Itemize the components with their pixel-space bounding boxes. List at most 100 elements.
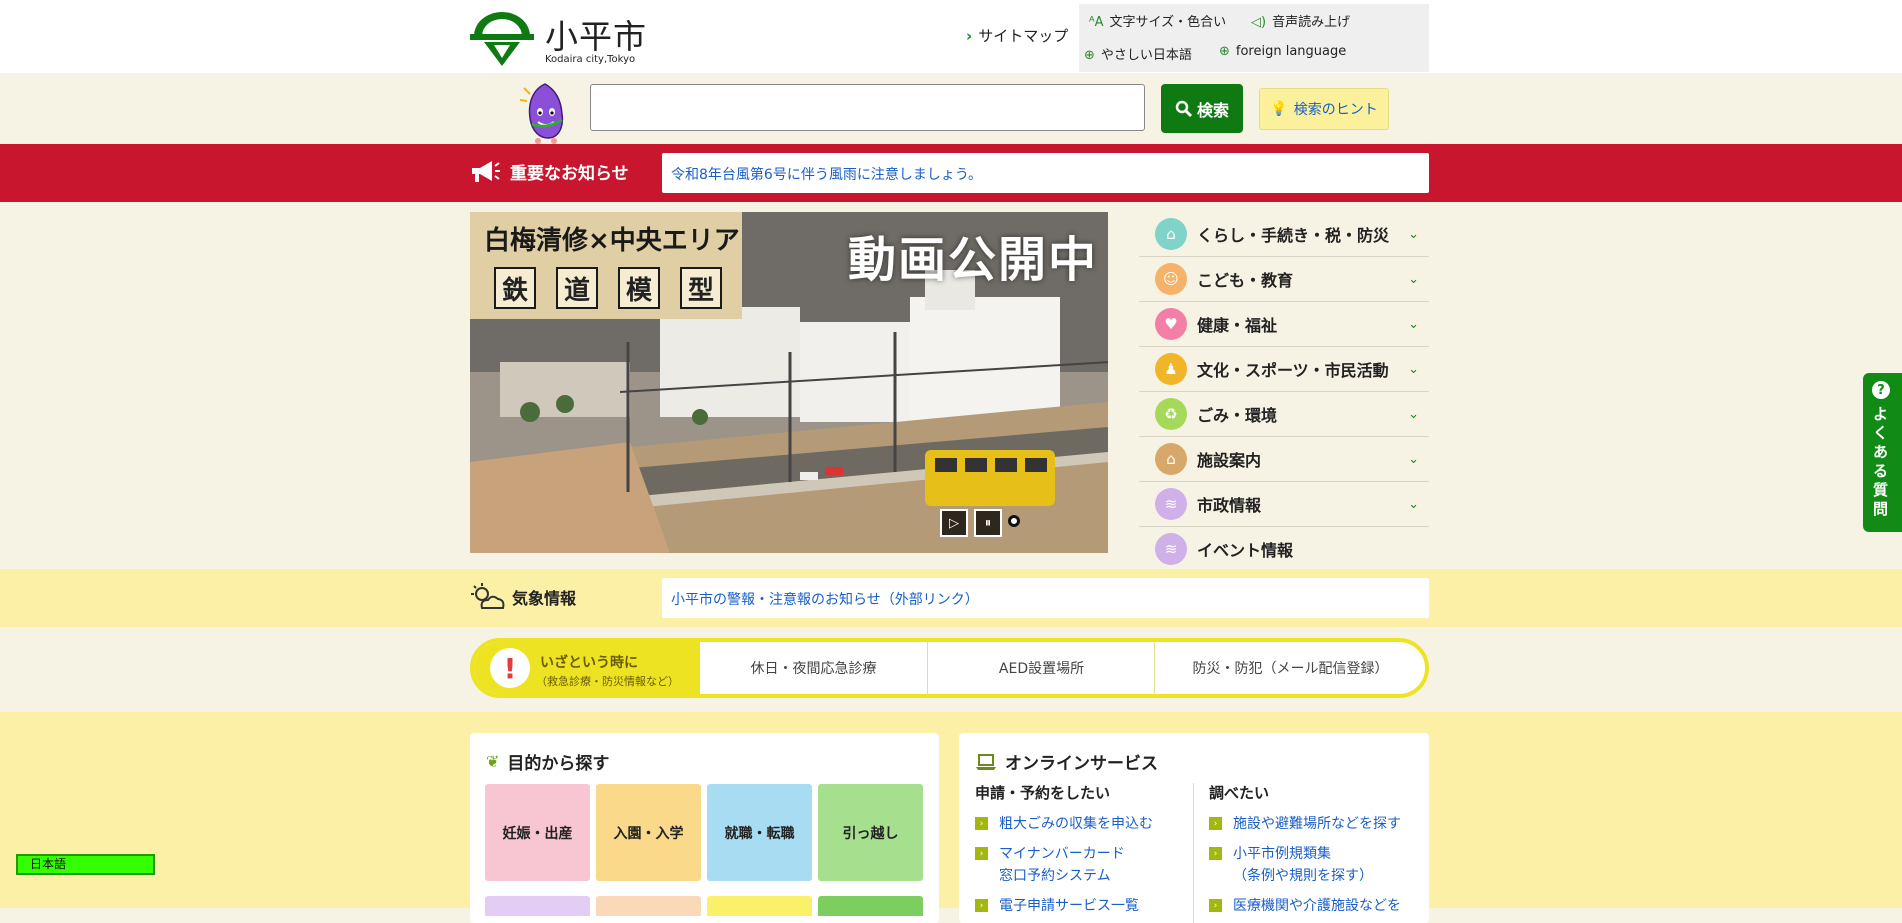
- category-item[interactable]: ♻ ごみ・環境 ⌄: [1139, 392, 1429, 437]
- category-label: ごみ・環境: [1197, 406, 1278, 425]
- category-item[interactable]: ⌂ くらし・手続き・税・防災 ⌄: [1139, 212, 1429, 257]
- category-item[interactable]: ♟ 文化・スポーツ・市民活動 ⌄: [1139, 347, 1429, 392]
- sitemap-link[interactable]: › サイトマップ: [966, 25, 1068, 46]
- purpose-tile[interactable]: [596, 896, 701, 916]
- category-item[interactable]: ☺ こども・教育 ⌄: [1139, 257, 1429, 302]
- online-service-link[interactable]: 小平市例規類集 （条例や規則を探す）: [1233, 843, 1373, 887]
- important-notice-link[interactable]: 令和8年台風第6号に伴う風雨に注意しましょう。: [671, 164, 982, 184]
- search-info-heading: 調べたい: [1209, 784, 1270, 802]
- online-service-link[interactable]: 電子申請サービス一覧: [999, 895, 1139, 917]
- arrow-right-icon: ›: [1209, 847, 1222, 860]
- category-item[interactable]: ≋ イベント情報: [1139, 527, 1429, 571]
- search-hint-label: 検索のヒント: [1293, 102, 1378, 118]
- purpose-heading: ❦ 目的から探す: [486, 749, 609, 774]
- foreign-language-label: foreign language: [1235, 44, 1347, 59]
- hero-kanji-box: 鉄: [494, 267, 536, 309]
- site-logo-english: Kodaira city,Tokyo: [545, 54, 636, 65]
- category-label: イベント情報: [1197, 541, 1294, 560]
- online-services-panel: オンラインサービス 申請・予約をしたい 調べたい › 粗大ごみの収集を申込む › マイ…: [959, 733, 1429, 923]
- faq-label: よくある質問: [1873, 405, 1889, 518]
- easy-japanese-link[interactable]: ⊕ やさしい日本語: [1084, 44, 1192, 63]
- faq-side-tab[interactable]: ? よくある質問: [1863, 373, 1902, 532]
- purpose-tile-label: 妊娠・出産: [502, 825, 573, 842]
- purpose-tile[interactable]: 就職・転職: [707, 784, 812, 881]
- search-icon: [1175, 100, 1193, 117]
- font-color-label: 文字サイズ・色合い: [1109, 15, 1227, 30]
- category-label: 施設案内: [1197, 451, 1262, 470]
- chevron-down-icon[interactable]: ⌄: [1408, 362, 1419, 377]
- online-service-link[interactable]: 医療機関や介護施設などを: [1233, 895, 1401, 917]
- hero-badge-title: 白梅清修×中央エリア: [484, 226, 740, 256]
- emergency-bar: ! いざという時に （救急診療・防災情報など） 休日・夜間応急診療 AED設置場…: [470, 638, 1429, 698]
- important-notice-heading: 重要なお知らせ: [470, 158, 629, 184]
- font-color-link[interactable]: ᴬA 文字サイズ・色合い: [1089, 11, 1226, 30]
- weather-icon: [471, 583, 505, 609]
- online-service-link[interactable]: 粗大ごみの収集を申込む: [999, 813, 1153, 835]
- chevron-down-icon[interactable]: ⌄: [1408, 407, 1419, 422]
- play-icon: ▷: [949, 515, 959, 531]
- search-button[interactable]: 検索: [1161, 84, 1243, 133]
- accessibility-tools: ᴬA 文字サイズ・色合い ◁) 音声読み上げ ⊕ やさしい日本語 ⊕ foreign l…: [1079, 4, 1429, 72]
- apply-reserve-heading: 申請・予約をしたい: [975, 784, 1111, 802]
- category-label: くらし・手続き・税・防災: [1197, 226, 1390, 245]
- language-selector[interactable]: 日本語: [16, 854, 155, 875]
- column-divider: [1193, 783, 1194, 923]
- category-item[interactable]: ♥ 健康・福祉 ⌄: [1139, 302, 1429, 347]
- emergency-clinic-link[interactable]: 休日・夜間応急診療: [700, 642, 927, 694]
- house-icon: ⌂: [1155, 218, 1187, 250]
- speaker-icon: ◁): [1251, 15, 1267, 30]
- purpose-tile-label: 就職・転職: [724, 825, 795, 842]
- site-logo-text[interactable]: 小平市: [545, 10, 647, 58]
- search-hint-button[interactable]: 💡 検索のヒント: [1259, 88, 1389, 130]
- purpose-tile[interactable]: 妊娠・出産: [485, 784, 590, 881]
- category-item[interactable]: ⌂ 施設案内 ⌄: [1139, 437, 1429, 482]
- online-service-link[interactable]: 施設や避難場所などを探す: [1233, 813, 1401, 835]
- arrow-right-icon: ›: [975, 847, 988, 860]
- category-item[interactable]: ≋ 市政情報 ⌄: [1139, 482, 1429, 527]
- hero-kanji-box: 型: [680, 267, 722, 309]
- arrow-right-icon: ›: [1209, 899, 1222, 912]
- lower-content-area: [0, 712, 1902, 908]
- purpose-tile[interactable]: [707, 896, 812, 916]
- pause-button[interactable]: ⏸: [974, 509, 1002, 537]
- hero-kanji-box: 道: [556, 267, 598, 309]
- city-emblem-logo[interactable]: [470, 12, 534, 68]
- purpose-tile[interactable]: [485, 896, 590, 916]
- building-icon: ⌂: [1155, 443, 1187, 475]
- online-services-heading: オンラインサービス: [975, 749, 1158, 774]
- mascot-character-icon: [519, 83, 564, 144]
- purpose-tile-label: 引っ越し: [842, 825, 899, 842]
- chevron-down-icon[interactable]: ⌄: [1408, 272, 1419, 287]
- purpose-tile[interactable]: [818, 896, 923, 916]
- search-button-label: 検索: [1196, 100, 1229, 120]
- chevron-down-icon[interactable]: ⌄: [1408, 452, 1419, 467]
- play-button[interactable]: ▷: [940, 509, 968, 537]
- online-service-link[interactable]: マイナンバーカード 窓口予約システム: [999, 843, 1125, 887]
- foreign-language-link[interactable]: ⊕ foreign language: [1219, 44, 1346, 59]
- child-face-icon: ☺: [1155, 263, 1187, 295]
- sprout-icon: ❦: [486, 752, 500, 771]
- hero-title: 動画公開中: [847, 232, 1098, 288]
- site-search-input[interactable]: [590, 84, 1145, 131]
- purpose-search-panel: ❦ 目的から探す 妊娠・出産 入園・入学 就職・転職 引っ越し: [470, 733, 939, 923]
- read-aloud-link[interactable]: ◁) 音声読み上げ: [1251, 11, 1350, 30]
- category-menu: ⌂ くらし・手続き・税・防災 ⌄ ☺ こども・教育 ⌄ ♥ 健康・福祉 ⌄ ♟ 文化・スポーツ・市民…: [1139, 212, 1429, 571]
- arrow-right-icon: ›: [1209, 817, 1222, 830]
- purpose-tile[interactable]: 入園・入学: [596, 784, 701, 881]
- category-label: 健康・福祉: [1197, 316, 1278, 335]
- info-icon: ≋: [1155, 488, 1187, 520]
- font-size-icon: ᴬA: [1089, 15, 1104, 30]
- weather-warning-link[interactable]: 小平市の警報・注意報のお知らせ（外部リンク）: [671, 589, 979, 609]
- slide-indicator-dot[interactable]: [1008, 515, 1020, 527]
- weather-heading: 気象情報: [470, 582, 576, 612]
- chevron-down-icon[interactable]: ⌄: [1408, 497, 1419, 512]
- chevron-down-icon[interactable]: ⌄: [1408, 227, 1419, 242]
- purpose-tile-label: 入園・入学: [613, 825, 684, 842]
- disaster-prevention-link[interactable]: 防災・防犯（メール配信登録）: [1154, 642, 1425, 694]
- chevron-down-icon[interactable]: ⌄: [1408, 317, 1419, 332]
- heart-icon: ♥: [1155, 308, 1187, 340]
- aed-location-link[interactable]: AED設置場所: [927, 642, 1155, 694]
- hero-slideshow[interactable]: 白梅清修×中央エリア 鉄 道 模 型 動画公開中 ▷ ⏸: [470, 212, 1108, 553]
- emergency-title: いざという時に: [540, 655, 638, 671]
- purpose-tile[interactable]: 引っ越し: [818, 784, 923, 881]
